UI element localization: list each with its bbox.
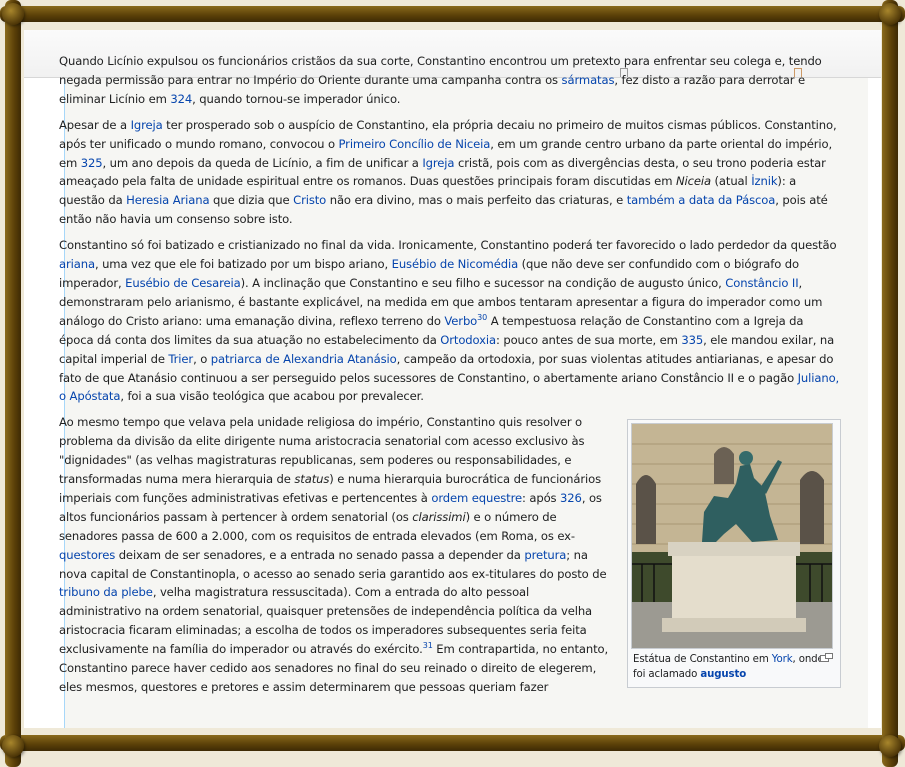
link-tribuno-da-plebe[interactable]: tribuno da plebe — [59, 585, 153, 599]
italic-text: clarissimi — [412, 509, 466, 524]
text: ). A inclinação que Constantino e seu fi… — [240, 275, 726, 290]
link-eusebio-de-cesareia[interactable]: Eusébio de Cesareia — [125, 276, 241, 290]
text: , um ano depois da queda de Licínio, a f… — [102, 155, 423, 170]
link-sarmatas[interactable]: sármatas — [562, 73, 615, 87]
paragraph-1: Quando Licínio expulsou os funcionários … — [59, 52, 841, 109]
text: (atual — [710, 174, 752, 189]
italic-text: Niceia — [675, 174, 711, 189]
frame-knob-bottom-right — [879, 735, 901, 757]
link-questores[interactable]: questores — [59, 548, 115, 562]
link-iznik[interactable]: İznik — [751, 174, 777, 188]
text: deixam de ser senadores, e a entrada no … — [115, 547, 525, 562]
text: , quando tornou-se imperador único. — [192, 91, 401, 106]
text: Constantino só foi batizado e cristianiz… — [59, 238, 837, 253]
link-eusebio-de-nicomedia[interactable]: Eusébio de Nicomédia — [392, 257, 519, 271]
enlarge-icon[interactable] — [820, 653, 833, 663]
link-verbo[interactable]: Verbo — [444, 314, 477, 328]
link-primeiro-concilio-de-niceia[interactable]: Primeiro Concílio de Niceia — [339, 137, 491, 151]
paragraph-3: Constantino só foi batizado e cristianiz… — [59, 236, 841, 406]
text: : pouco antes de sua morte, em — [495, 332, 682, 347]
italic-text: status — [294, 472, 330, 487]
text: , o — [193, 351, 211, 366]
text: que dizia que — [209, 193, 294, 208]
caption-text: Estátua de Constantino em — [633, 654, 772, 666]
statue-photo-illustration — [632, 424, 832, 649]
link-heresia-ariana[interactable]: Heresia Ariana — [126, 193, 209, 207]
link-325[interactable]: 325 — [81, 156, 103, 170]
frame-rod-bottom — [0, 735, 905, 751]
link-constancio-ii[interactable]: Constâncio II — [725, 276, 798, 290]
link-ortodoxia[interactable]: Ortodoxia — [440, 333, 496, 347]
link-cristo[interactable]: Cristo — [293, 193, 326, 207]
text: , foi a sua visão teológica que acabou p… — [120, 389, 424, 404]
frame-knob-bottom-left — [2, 735, 24, 757]
text: Apesar de a — [59, 117, 131, 132]
paragraph-2: Apesar de a Igreja ter prosperado sob o … — [59, 116, 841, 229]
link-pretura[interactable]: pretura — [524, 548, 566, 562]
link-324[interactable]: 324 — [170, 92, 192, 106]
link-augusto[interactable]: augusto — [700, 669, 746, 680]
link-ariana[interactable]: ariana — [59, 257, 95, 271]
link-326[interactable]: 326 — [560, 491, 582, 505]
frame-rod-right — [882, 0, 898, 767]
frame-knob-top-left — [2, 3, 24, 25]
image-thumbnail: Estátua de Constantino em York, onde foi… — [627, 419, 841, 689]
text: : após — [522, 490, 561, 505]
reference-30[interactable]: 30 — [477, 313, 487, 322]
link-trier[interactable]: Trier — [168, 352, 193, 366]
frame-rod-left — [5, 0, 21, 767]
text: não era divino, mas o mais perfeito das … — [326, 193, 627, 208]
link-york[interactable]: York — [772, 654, 793, 665]
link-igreja[interactable]: Igreja — [422, 156, 454, 170]
link-data-da-pascoa[interactable]: também a data da Páscoa — [627, 193, 776, 207]
link-igreja[interactable]: Igreja — [131, 118, 163, 132]
reference-31[interactable]: 31 — [423, 641, 433, 650]
constantine-statue-image[interactable] — [631, 423, 833, 650]
article-body: Quando Licínio expulsou os funcionários … — [59, 52, 841, 704]
text: , uma vez que ele foi batizado por um bi… — [94, 257, 392, 272]
link-335[interactable]: 335 — [681, 333, 703, 347]
link-patriarca-atanasio[interactable]: patriarca de Alexandria Atanásio — [211, 352, 397, 366]
link-ordem-equestre[interactable]: ordem equestre — [431, 491, 522, 505]
frame-rod-top — [0, 6, 905, 22]
frame-knob-top-right — [879, 3, 901, 25]
image-caption: Estátua de Constantino em York, onde foi… — [631, 649, 837, 684]
